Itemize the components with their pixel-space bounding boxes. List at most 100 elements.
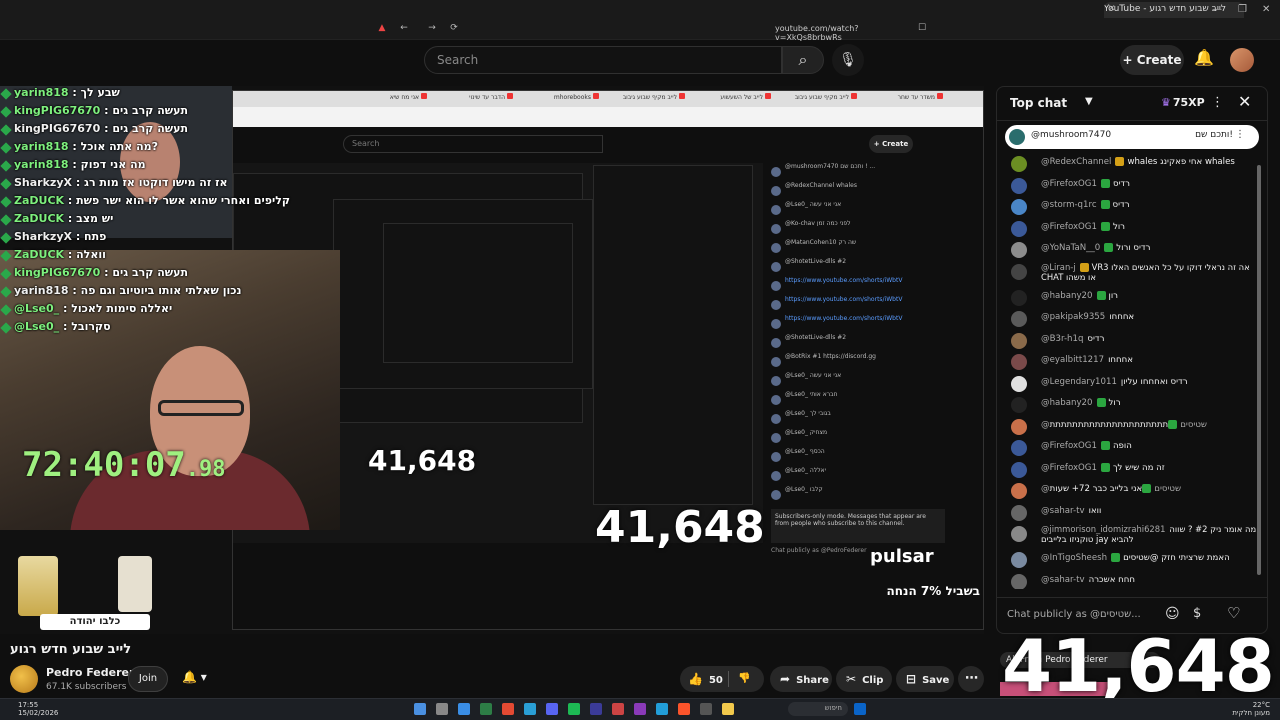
restore-icon[interactable]: ❐ [1238,4,1247,15]
discord-icon[interactable] [546,703,558,715]
taskbar-weather[interactable]: 22°C מעונן חלקית [1200,701,1270,717]
chat-message[interactable]: @jimmorison_idomizrahi6281 מה אומר ניק #2… [997,523,1259,549]
author-avatar[interactable] [1011,263,1027,280]
chat-author[interactable]: @RedexChannel [1041,157,1111,167]
author-avatar[interactable] [1011,461,1027,478]
spotify-icon[interactable] [568,703,580,715]
emoji-icon[interactable]: ☺ [1165,606,1180,622]
search-button[interactable]: ⌕ [782,46,824,74]
chat-author[interactable]: @jimmorison_idomizrahi6281 [1041,524,1165,534]
minimize-icon[interactable]: — [1212,4,1222,15]
save-button[interactable]: ⊟ Save [896,666,954,692]
app-icon[interactable] [436,703,448,715]
chat-author[interactable]: @FirefoxOG1 [1041,222,1097,232]
app-icon[interactable] [634,703,646,715]
more-actions-button[interactable]: ⋯ [958,666,984,692]
chat-author[interactable]: @pakipak9355 [1041,312,1105,322]
chat-author[interactable]: @InTigoSheesh [1041,553,1107,563]
chat-message[interactable]: @eyalbitt1217 אחחחו [997,351,1259,373]
premiere-icon[interactable] [590,703,602,715]
author-avatar[interactable] [1011,199,1027,215]
chat-author[interactable]: @habany20 [1041,291,1093,301]
chat-message[interactable]: @habany20 רון [997,287,1259,309]
chevron-down-icon[interactable]: ▼ [1085,96,1093,107]
taskbar-clock[interactable]: 17:55 15/02/2026 [18,701,58,717]
chat-message[interactable]: @FirefoxOG1 הופה [997,437,1259,459]
author-avatar[interactable] [1011,289,1027,306]
close-window-icon[interactable]: ✕ [1262,4,1270,15]
close-tab-icon[interactable]: ✕ [1108,4,1116,14]
author-avatar[interactable] [1011,504,1027,521]
account-avatar[interactable] [1230,48,1254,72]
chat-mode-selector[interactable]: Top chat [1010,96,1067,110]
address-bar[interactable]: ▲ ← → ⟳ youtube.com/watch?v=XkQs8brbwRs … [370,22,930,42]
app-icon[interactable] [480,703,492,715]
create-button[interactable]: + Create [1120,45,1184,75]
xp-badge[interactable]: ♛ 75XP [1161,96,1205,109]
chat-message[interactable]: @שטיסיםאני בלייב כבר 72+ שעות [997,480,1259,502]
author-avatar[interactable] [1011,483,1027,499]
author-avatar[interactable] [1011,440,1027,456]
chat-scrollbar[interactable] [1257,165,1261,575]
chat-message[interactable]: @B3r-h1q רדיס [997,330,1259,352]
chat-message[interactable]: @FirefoxOG1 רול [997,218,1259,240]
chat-message[interactable]: @YoNaTaN__0 רדיס ורול [997,239,1259,261]
author-avatar[interactable] [1011,242,1027,258]
channel-name[interactable]: Pedro Federer [46,666,134,679]
app-icon[interactable] [700,703,712,715]
author-avatar[interactable] [1011,220,1027,237]
app-icon[interactable] [612,703,624,715]
heart-icon[interactable]: ♡ [1227,604,1240,622]
chat-author[interactable]: @B3r-h1q [1041,334,1083,344]
chat-message[interactable]: @RedexChannel whales אחי פאקינג whales [997,153,1259,175]
chat-message[interactable]: @FirefoxOG1 זה מה שיש לך [997,459,1259,481]
chat-message[interactable]: @שטיסיםתתתתתתתתתתתתתתתתתתתתת [997,416,1259,438]
reload-icon[interactable]: ⟳ [448,22,460,34]
video-player[interactable]: משדר עד שחר לייב מקיף שבוע גיבוב לייב של ה… [0,86,984,634]
browser-tab[interactable]: ✕ לייב שבוע חדש רגוע - YouTube [1104,2,1244,18]
file-explorer-icon[interactable] [722,703,734,715]
chat-author[interactable]: @sahar-tv [1041,506,1085,516]
clip-button[interactable]: ✂ Clip [836,666,892,692]
author-avatar[interactable] [1011,526,1027,542]
chat-author[interactable]: @FirefoxOG1 [1041,463,1097,473]
notifications-bell-icon[interactable]: 🔔 [1192,48,1216,72]
super-chat-icon[interactable]: $ [1193,606,1201,621]
author-avatar[interactable] [1011,375,1027,392]
forward-icon[interactable]: → [426,22,438,34]
author-avatar[interactable] [1011,156,1027,172]
chat-message[interactable]: @habany20 רול [997,394,1259,416]
share-button[interactable]: ➦ Share [770,666,832,692]
chat-message[interactable]: @InTigoSheesh האמת שרציתי חזק @שטיסים [997,549,1259,571]
chat-author[interactable]: @Liran-j [1041,262,1076,272]
author-avatar[interactable] [1011,552,1027,568]
chat-message[interactable]: @sahar-tv וואו [997,502,1259,524]
search-input[interactable]: Search [424,46,782,74]
join-button[interactable]: Join [128,666,168,692]
windows-start-icon[interactable] [854,703,866,715]
chrome-icon[interactable] [502,703,514,715]
chat-message[interactable]: @sahar-tv חחח אשכרה [997,571,1259,589]
author-avatar[interactable] [1011,397,1027,413]
author-avatar[interactable] [1011,418,1027,435]
close-chat-icon[interactable]: ✕ [1238,92,1251,111]
pinned-more-icon[interactable]: ⋮ [1235,129,1245,140]
chat-author[interactable]: @sahar-tv [1041,575,1085,585]
like-button[interactable]: 👍 50 [688,672,723,686]
chat-author[interactable]: @Legendary1011 [1041,377,1117,387]
back-icon[interactable]: ← [398,22,410,34]
copilot-icon[interactable] [414,703,426,715]
chat-author[interactable]: @eyalbitt1217 [1041,355,1104,365]
dislike-button[interactable]: 👎 [738,666,750,692]
app-icon[interactable] [458,703,470,715]
bookmark-icon[interactable]: ☐ [916,22,928,34]
author-avatar[interactable] [1011,573,1027,589]
author-avatar[interactable] [1011,332,1027,349]
chat-message[interactable]: @Liran-j אה זה נראלי דוקו על כל האנשים הא… [997,261,1259,287]
chat-message[interactable]: @Legendary1011 רדיס ואחחחו עליון [997,373,1259,395]
brave-icon[interactable] [678,703,690,715]
channel-avatar[interactable] [10,665,38,693]
chat-author[interactable]: @storm-q1rc [1041,200,1097,210]
chat-author[interactable]: @YoNaTaN__0 [1041,243,1100,253]
chat-message[interactable]: @storm-q1rc רדיס [997,196,1259,218]
